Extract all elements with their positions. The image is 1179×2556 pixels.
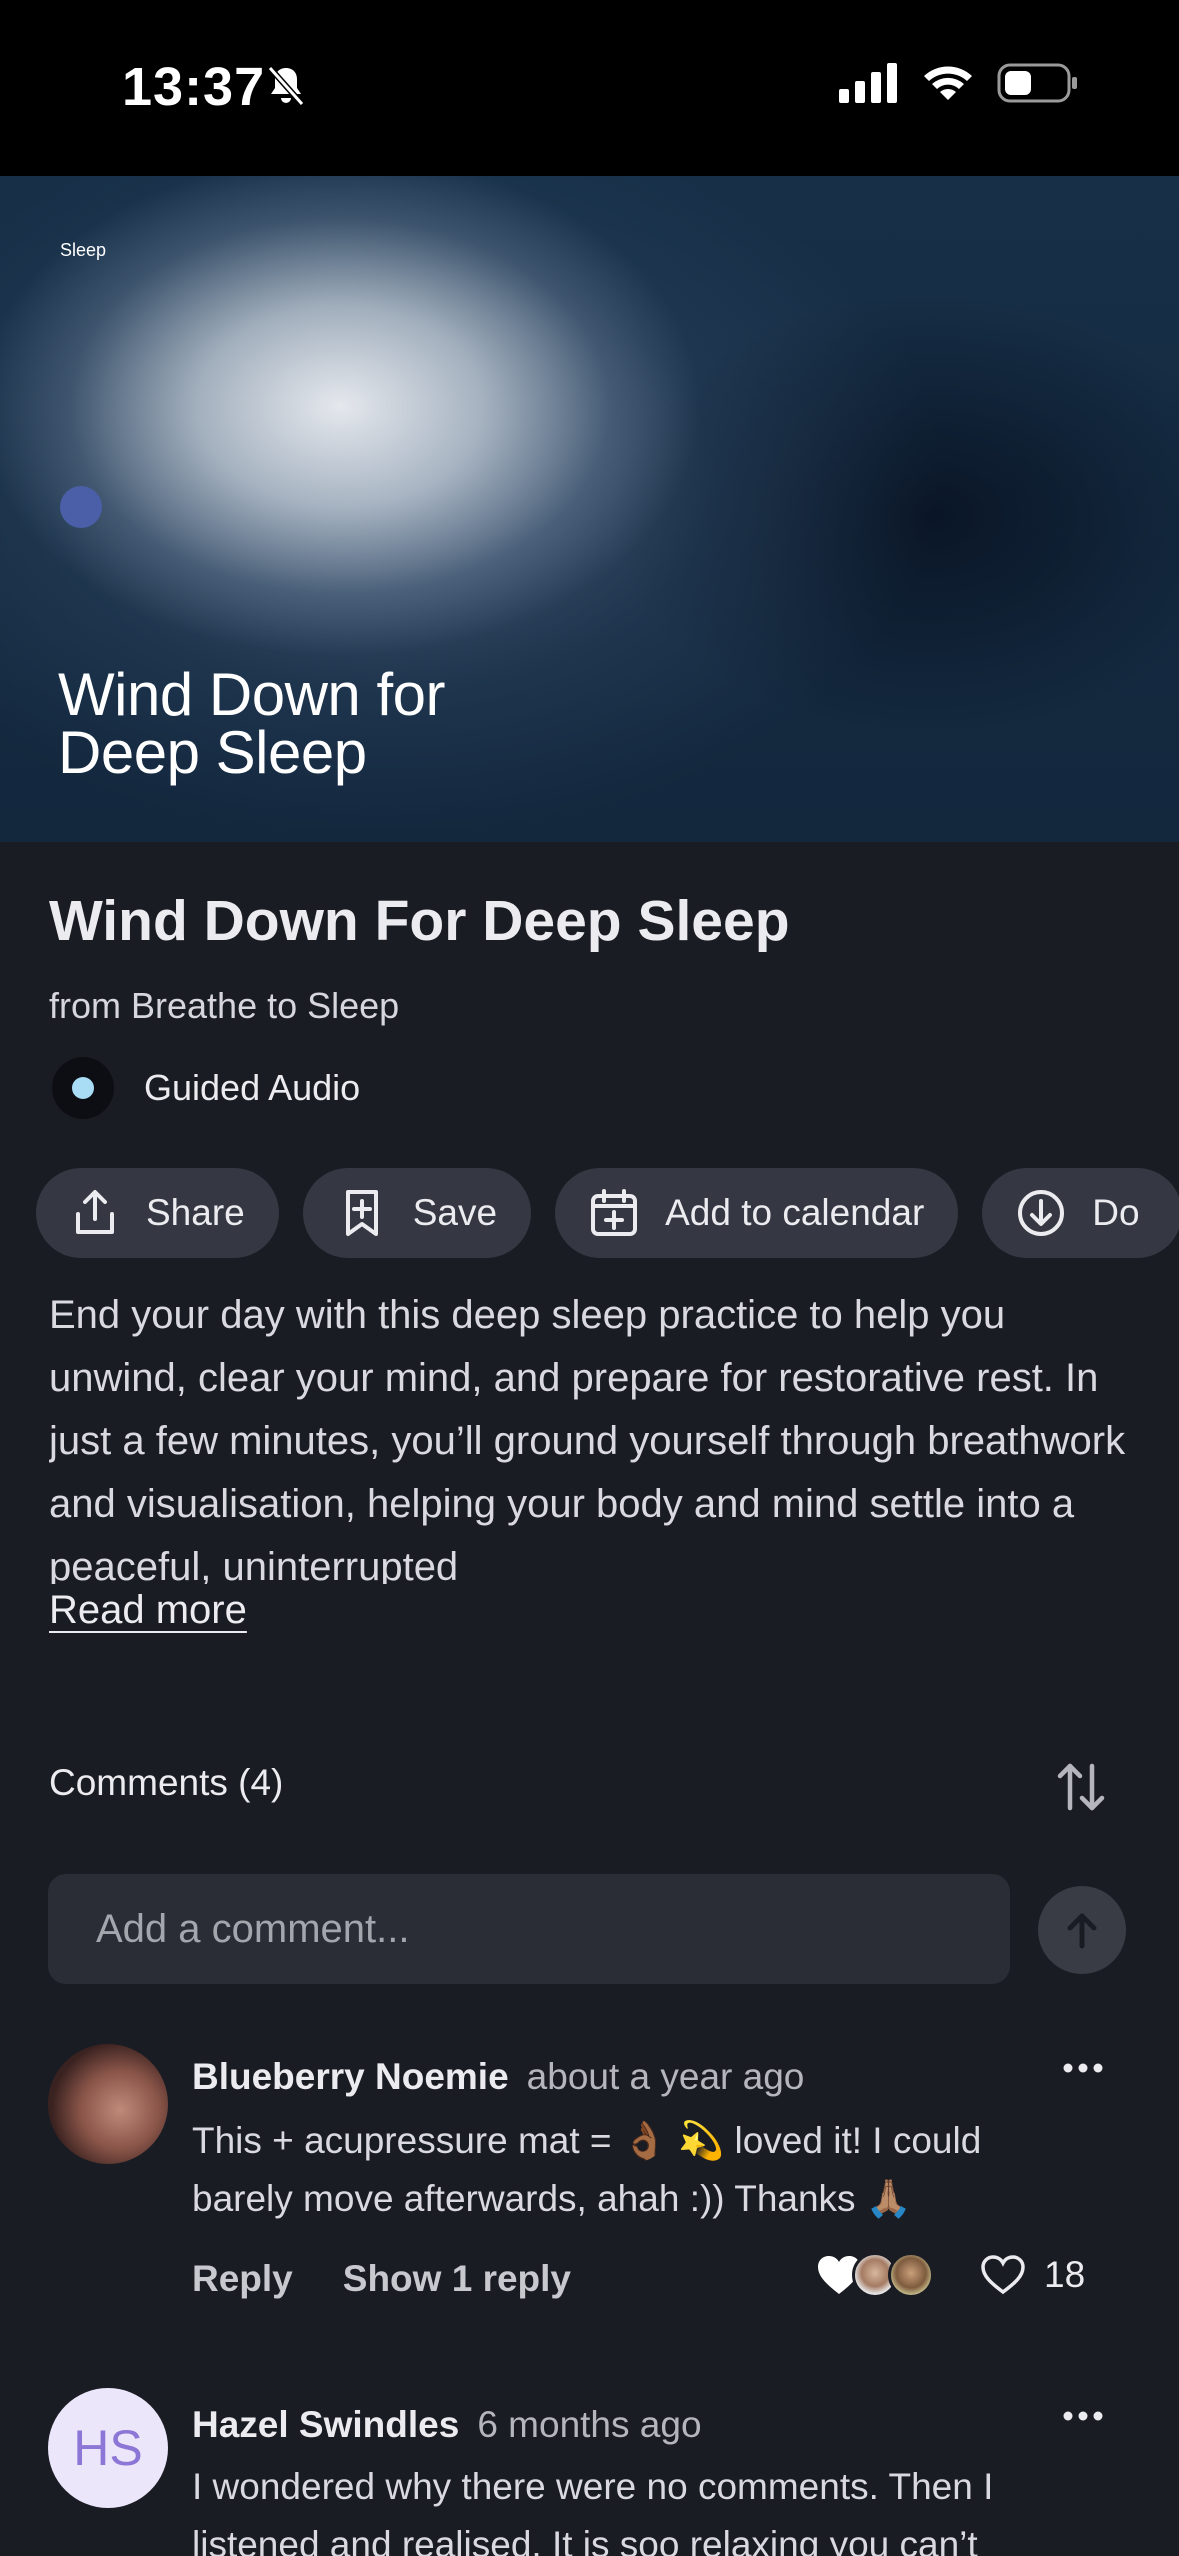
avatar[interactable]: HS — [48, 2388, 168, 2508]
hero-artwork: Sleep Wind Down for Deep Sleep — [0, 176, 1179, 842]
comments-header: Comments (4) — [49, 1762, 284, 1803]
hero-title-line-1: Wind Down for — [58, 661, 445, 728]
page-title: Wind Down For Deep Sleep — [49, 889, 790, 953]
liked-by-avatars[interactable] — [816, 2252, 934, 2298]
bookmark-add-icon — [345, 1190, 378, 1236]
read-more-link[interactable]: Read more — [49, 1588, 247, 1633]
like-count: 18 — [1044, 2254, 1086, 2295]
description-text: End your day with this deep sleep practi… — [49, 1293, 1126, 1584]
reply-button[interactable]: Reply — [192, 2258, 293, 2300]
comment-actions: Reply Show 1 reply — [192, 2258, 571, 2300]
hero-category-tag: Sleep — [60, 240, 107, 260]
comment-author-row: Hazel Swindles 6 months ago — [192, 2404, 702, 2446]
comment-text: This + acupressure mat = 👌🏾 💫 loved it! … — [192, 2120, 982, 2219]
sort-icon[interactable] — [1052, 1758, 1110, 1816]
source-link[interactable]: from Breathe to Sleep — [49, 985, 399, 1027]
content-type: Guided Audio — [52, 1057, 360, 1119]
heart-outline-icon — [981, 2255, 1025, 2295]
save-button[interactable]: Save — [302, 1168, 532, 1258]
avatar[interactable] — [48, 2044, 168, 2164]
save-label: Save — [412, 1192, 498, 1233]
like-button[interactable]: 18 — [980, 2254, 1085, 2296]
show-replies-button[interactable]: Show 1 reply — [343, 2258, 571, 2300]
comment-author[interactable]: Blueberry Noemie — [192, 2056, 509, 2097]
hero-title: Wind Down for Deep Sleep — [58, 661, 445, 786]
arrow-up-icon — [1067, 1913, 1097, 1949]
add-to-calendar-label: Add to calendar — [665, 1192, 925, 1233]
audio-dot-icon — [52, 1057, 114, 1119]
calendar-add-icon — [591, 1189, 638, 1236]
more-options-icon[interactable] — [1062, 2410, 1104, 2422]
action-bar: Share Save Add to calendar Do — [36, 1168, 1179, 1258]
content-type-label: Guided Audio — [144, 1067, 361, 1108]
comment-time: 6 months ago — [477, 2404, 702, 2445]
share-icon — [76, 1190, 114, 1234]
share-label: Share — [146, 1192, 245, 1233]
download-button[interactable]: Do — [982, 1168, 1179, 1258]
download-icon — [1018, 1190, 1065, 1236]
comment-author-row: Blueberry Noemie about a year ago — [192, 2056, 804, 2098]
comment-input[interactable]: Add a comment... — [48, 1874, 1010, 1984]
status-time: 13:37 — [122, 57, 266, 117]
share-button[interactable]: Share — [36, 1168, 279, 1258]
more-options-icon[interactable] — [1062, 2062, 1104, 2074]
status-bar: 13:37 — [0, 0, 1179, 176]
signal-icon — [839, 63, 897, 103]
hero-dot — [60, 486, 102, 528]
avatar-initials: HS — [73, 2420, 143, 2476]
battery-icon — [997, 63, 1077, 103]
download-label: Do — [1092, 1192, 1140, 1233]
comment-text: I wondered why there were no comments. T… — [192, 2466, 994, 2556]
wifi-icon — [924, 66, 972, 100]
comment-author[interactable]: Hazel Swindles — [192, 2404, 459, 2445]
liker-avatar — [888, 2252, 934, 2298]
hero-title-line-2: Deep Sleep — [58, 719, 367, 786]
send-comment-button[interactable] — [1038, 1886, 1126, 1974]
add-to-calendar-button[interactable]: Add to calendar — [555, 1168, 959, 1258]
comment-time: about a year ago — [526, 2056, 805, 2097]
bell-muted-icon — [267, 66, 305, 106]
